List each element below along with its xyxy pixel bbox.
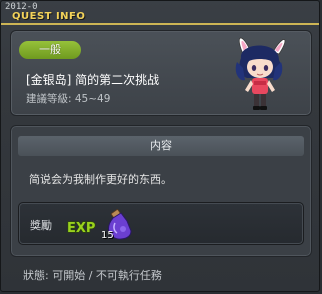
quest-category-tag: 一般: [19, 41, 81, 59]
exp-icon: EXP: [66, 220, 96, 235]
title-bar[interactable]: 2012-0 QUEST INFO: [1, 1, 319, 25]
reward-item-count: 15: [101, 230, 114, 241]
svg-text:EXP: EXP: [67, 221, 95, 235]
quest-status: 狀態: 可開始 / 不可執行任務: [23, 269, 162, 282]
window-title: QUEST INFO: [12, 11, 86, 22]
content-section-header: 内容: [18, 136, 304, 156]
quest-name: [金银岛] 简的第二次挑战: [26, 73, 160, 87]
npc-portrait: [235, 37, 286, 110]
quest-description: 简说会为我制作更好的东西。: [29, 173, 172, 186]
quest-recommended-level: 建議等級: 45~49: [26, 93, 111, 105]
quest-info-window: 2012-0 QUEST INFO 一般 [金银岛] 简的第二次挑战 建議等級:…: [0, 0, 320, 292]
reward-box: [18, 202, 304, 245]
reward-label: 獎勵: [30, 219, 52, 232]
title-divider: [1, 23, 319, 25]
